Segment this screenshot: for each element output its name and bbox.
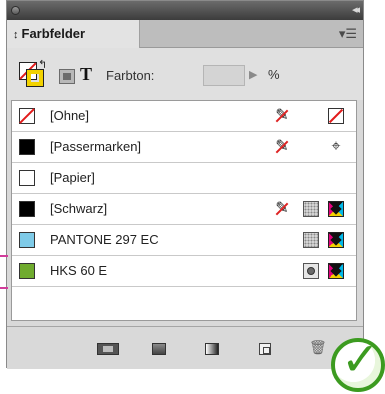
- panel-menu-icon[interactable]: ▾☰: [339, 26, 357, 42]
- swatch-color-icon: [19, 201, 35, 217]
- show-gradient-swatches-icon[interactable]: [205, 343, 219, 355]
- pointer-marker: [0, 255, 8, 257]
- cmyk-icon: [328, 201, 344, 217]
- list-item[interactable]: HKS 60 E: [12, 256, 356, 287]
- list-item[interactable]: PANTONE 297 EC: [12, 225, 356, 256]
- process-color-icon: [303, 232, 319, 248]
- swatch-name: PANTONE 297 EC: [50, 232, 159, 247]
- tint-label: Farbton:: [106, 68, 155, 83]
- cmyk-icon: [328, 232, 344, 248]
- no-edit-icon: [274, 201, 290, 217]
- swatch-none-icon: [19, 108, 35, 124]
- swatch-name: [Ohne]: [50, 108, 90, 123]
- close-icon[interactable]: [11, 6, 20, 15]
- spot-color-icon: [303, 263, 319, 279]
- process-color-icon: [303, 201, 319, 217]
- swatch-name: HKS 60 E: [50, 263, 108, 278]
- tint-slider-arrow-icon[interactable]: ▶: [249, 68, 257, 81]
- tint-input[interactable]: [203, 65, 245, 86]
- swatch-color-icon: [19, 170, 35, 186]
- list-item[interactable]: [Papier]: [12, 163, 356, 194]
- swatch-list: [Ohne] [Passermarken] [Papier] [Schwarz]…: [11, 100, 357, 321]
- no-edit-icon: [274, 139, 290, 155]
- none-swatch-icon: [328, 108, 344, 124]
- formatting-container-button[interactable]: [59, 69, 75, 84]
- list-item[interactable]: [Passermarken]: [12, 132, 356, 163]
- checkmark-icon: ✓: [341, 332, 380, 386]
- swatch-color-icon: [19, 263, 35, 279]
- swatches-panel: ◂◂ ↕ Farbfelder ▾☰ ↰ T Farbton: ▶ % [Ohne…: [6, 0, 364, 369]
- panel-titlebar[interactable]: ◂◂: [7, 1, 363, 21]
- collapse-panel-icon[interactable]: ◂◂: [352, 3, 360, 16]
- swatch-name: [Papier]: [50, 170, 95, 185]
- registration-icon: [328, 139, 344, 155]
- no-edit-icon: [274, 108, 290, 124]
- swatch-color-icon: [19, 139, 35, 155]
- tab-label: Farbfelder: [21, 26, 86, 41]
- swatch-toolbar: ↰ T Farbton: ▶ %: [7, 48, 363, 100]
- trash-icon[interactable]: 🗑: [309, 340, 327, 354]
- swatch-name: [Schwarz]: [50, 201, 108, 216]
- tab-swatches[interactable]: ↕ Farbfelder: [7, 20, 140, 48]
- stroke-swatch-icon[interactable]: [26, 69, 44, 87]
- swap-arrow-icon[interactable]: ↰: [38, 58, 47, 71]
- formatting-text-button[interactable]: T: [80, 64, 92, 85]
- list-item[interactable]: [Schwarz]: [12, 194, 356, 225]
- swatch-color-icon: [19, 232, 35, 248]
- pointer-marker: [0, 287, 8, 289]
- swatch-name: [Passermarken]: [50, 139, 142, 154]
- panel-tab-row: ↕ Farbfelder ▾☰: [7, 20, 363, 48]
- tint-unit: %: [268, 67, 280, 82]
- fill-stroke-toggle[interactable]: ↰: [19, 59, 49, 88]
- list-item[interactable]: [Ohne]: [12, 101, 356, 132]
- show-swatch-kinds-icon[interactable]: [97, 343, 119, 355]
- show-color-swatches-icon[interactable]: [152, 343, 166, 355]
- panel-bottom-bar: 🗑: [7, 326, 363, 369]
- tab-expand-arrows-icon[interactable]: ↕: [13, 29, 19, 41]
- new-swatch-icon[interactable]: [259, 343, 271, 355]
- check-badge-icon: ✓: [331, 332, 385, 392]
- cmyk-icon: [328, 263, 344, 279]
